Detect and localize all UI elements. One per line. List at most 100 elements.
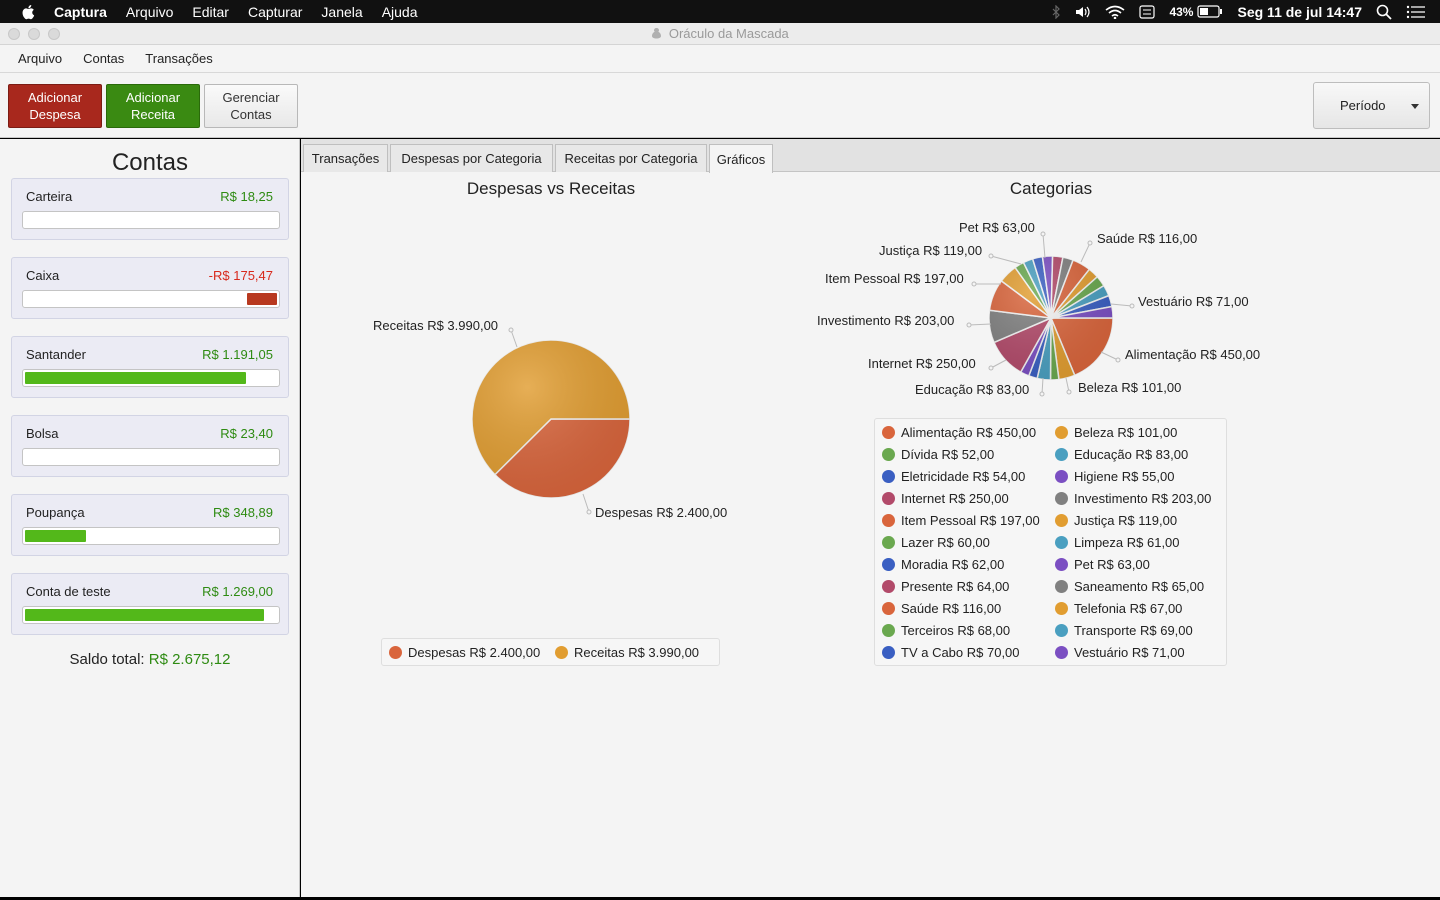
pie-label-anchor — [586, 509, 592, 515]
menu-app-name[interactable]: Captura — [54, 4, 107, 20]
account-progress-bar — [22, 211, 280, 229]
menu-ajuda[interactable]: Ajuda — [382, 4, 418, 20]
tab-transacoes[interactable]: Transações — [303, 144, 388, 172]
account-card[interactable]: Carteira R$ 18,25 — [11, 178, 289, 240]
account-progress-bar — [22, 290, 280, 308]
keyboard-layout-icon[interactable] — [1139, 4, 1156, 19]
menu-clock[interactable]: Seg 11 de jul 14:47 — [1237, 4, 1362, 20]
legend-swatch — [389, 646, 402, 659]
menu-janela[interactable]: Janela — [321, 4, 362, 20]
account-progress-bar — [22, 527, 280, 545]
manage-accounts-button[interactable]: Gerenciar Contas — [204, 84, 298, 128]
legend-item: TV a Cabo R$ 70,00 — [882, 645, 1020, 660]
pie-label-anchor — [1066, 389, 1072, 395]
pie-label-justica: Justiça R$ 119,00 — [879, 243, 983, 258]
account-balance: R$ 1.191,05 — [202, 347, 273, 362]
battery-percent-text: 43% — [1169, 4, 1194, 19]
legend-item: Terceiros R$ 68,00 — [882, 623, 1010, 638]
account-progress-bar — [22, 369, 280, 387]
appmenu-transacoes[interactable]: Transações — [145, 51, 212, 66]
legend-item: Higiene R$ 55,00 — [1055, 469, 1174, 484]
legend-item-label: Educação R$ 83,00 — [1074, 447, 1189, 462]
legend-swatch — [882, 558, 895, 571]
legend-swatch — [1055, 426, 1068, 439]
account-progress-fill — [25, 530, 86, 542]
apple-icon[interactable] — [20, 3, 38, 21]
pie-label-item-pessoal: Item Pessoal R$ 197,00 — [825, 271, 964, 286]
tab-graficos[interactable]: Gráficos — [709, 144, 773, 173]
legend-item-label: Terceiros R$ 68,00 — [901, 623, 1011, 638]
account-name: Bolsa — [26, 426, 59, 441]
account-progress-bar — [22, 448, 280, 466]
account-balance: R$ 348,89 — [213, 505, 273, 520]
total-balance: Saldo total: R$ 2.675,12 — [0, 651, 300, 668]
pie-label-anchor — [1087, 240, 1093, 246]
add-expense-button[interactable]: Adicionar Despesa — [8, 84, 102, 128]
account-name: Santander — [26, 347, 86, 362]
account-name: Carteira — [26, 189, 73, 204]
legend-swatch — [882, 536, 895, 549]
pie-label-anchor — [1115, 357, 1121, 363]
account-progress-fill — [247, 293, 277, 305]
chart-title-categorias: Categorias — [1009, 179, 1093, 198]
pie-label-investimento: Investimento R$ 203,00 — [817, 313, 955, 328]
legend-item-label: Beleza R$ 101,00 — [1074, 425, 1178, 440]
menu-capturar[interactable]: Capturar — [248, 4, 302, 20]
pie-label-educacao: Educação R$ 83,00 — [915, 382, 1030, 397]
battery-percent[interactable]: 43% — [1169, 5, 1223, 19]
legend-item-label: Higiene R$ 55,00 — [1074, 469, 1175, 484]
account-card[interactable]: Poupança R$ 348,89 — [11, 494, 289, 556]
tab-despesas-por-categoria[interactable]: Despesas por Categoria — [390, 144, 553, 172]
app-menu-bar: Arquivo Contas Transações — [0, 45, 1440, 73]
legend-item-label: Dívida R$ 52,00 — [901, 447, 995, 462]
wifi-icon[interactable] — [1105, 5, 1125, 19]
pie-label-anchor — [1039, 391, 1045, 397]
pie-label-leader-line — [1080, 242, 1091, 263]
legend-item: Lazer R$ 60,00 — [882, 535, 990, 550]
tab-receitas-por-categoria[interactable]: Receitas por Categoria — [555, 144, 707, 172]
appmenu-contas[interactable]: Contas — [83, 51, 124, 66]
legend-item-label: Moradia R$ 62,00 — [901, 557, 1005, 572]
pie-label-despesas: Despesas R$ 2.400,00 — [595, 505, 728, 520]
legend-swatch — [1055, 492, 1068, 505]
account-progress-fill — [25, 372, 246, 384]
account-card[interactable]: Conta de teste R$ 1.269,00 — [11, 573, 289, 635]
legend-item-label: Eletricidade R$ 54,00 — [901, 469, 1026, 484]
legend-item-despesas: Despesas R$ 2.400,00 — [389, 645, 540, 660]
menu-arquivo[interactable]: Arquivo — [126, 4, 173, 20]
legend-item-label: Saneamento R$ 65,00 — [1074, 579, 1205, 594]
pie-label-leader-line — [510, 329, 518, 348]
appmenu-arquivo[interactable]: Arquivo — [18, 51, 62, 66]
account-name: Conta de teste — [26, 584, 111, 599]
account-card[interactable]: Bolsa R$ 23,40 — [11, 415, 289, 477]
legend-item-label: Saúde R$ 116,00 — [901, 601, 1002, 616]
period-dropdown[interactable]: Período — [1313, 82, 1430, 129]
legend-item-label: Justiça R$ 119,00 — [1074, 513, 1178, 528]
legend-swatch — [882, 448, 895, 461]
bluetooth-icon[interactable] — [1051, 4, 1061, 19]
legend-item-label: Presente R$ 64,00 — [901, 579, 1010, 594]
account-name: Poupança — [26, 505, 85, 520]
legend-swatch — [882, 602, 895, 615]
pie-label-pet: Pet R$ 63,00 — [959, 220, 1035, 235]
legend-categorias: Alimentação R$ 450,00 Beleza R$ 101,00 Dív… — [874, 418, 1227, 666]
account-card[interactable]: Caixa -R$ 175,47 — [11, 257, 289, 319]
pie-label-leader-line — [968, 323, 992, 326]
menu-editar[interactable]: Editar — [192, 4, 229, 20]
legend-swatch — [882, 624, 895, 637]
window-title-text: Oráculo da Mascada — [668, 26, 789, 41]
spotlight-search-icon[interactable] — [1376, 4, 1392, 20]
notification-center-icon[interactable] — [1406, 5, 1426, 19]
volume-icon[interactable] — [1075, 5, 1091, 19]
account-card[interactable]: Santander R$ 1.191,05 — [11, 336, 289, 398]
main-content: Transações Despesas por Categoria Receit… — [301, 139, 1440, 897]
legend-swatch — [1055, 580, 1068, 593]
accounts-heading: Contas — [111, 149, 189, 176]
total-balance-value: R$ 2.675,12 — [148, 651, 231, 668]
account-balance: R$ 23,40 — [220, 426, 273, 441]
pie-label-vestuario: Vestuário R$ 71,00 — [1138, 294, 1249, 309]
account-progress-fill — [25, 609, 264, 621]
add-income-button[interactable]: Adicionar Receita — [106, 84, 200, 128]
legend-item-label: Lazer R$ 60,00 — [901, 535, 990, 550]
legend-swatch — [1055, 624, 1068, 637]
